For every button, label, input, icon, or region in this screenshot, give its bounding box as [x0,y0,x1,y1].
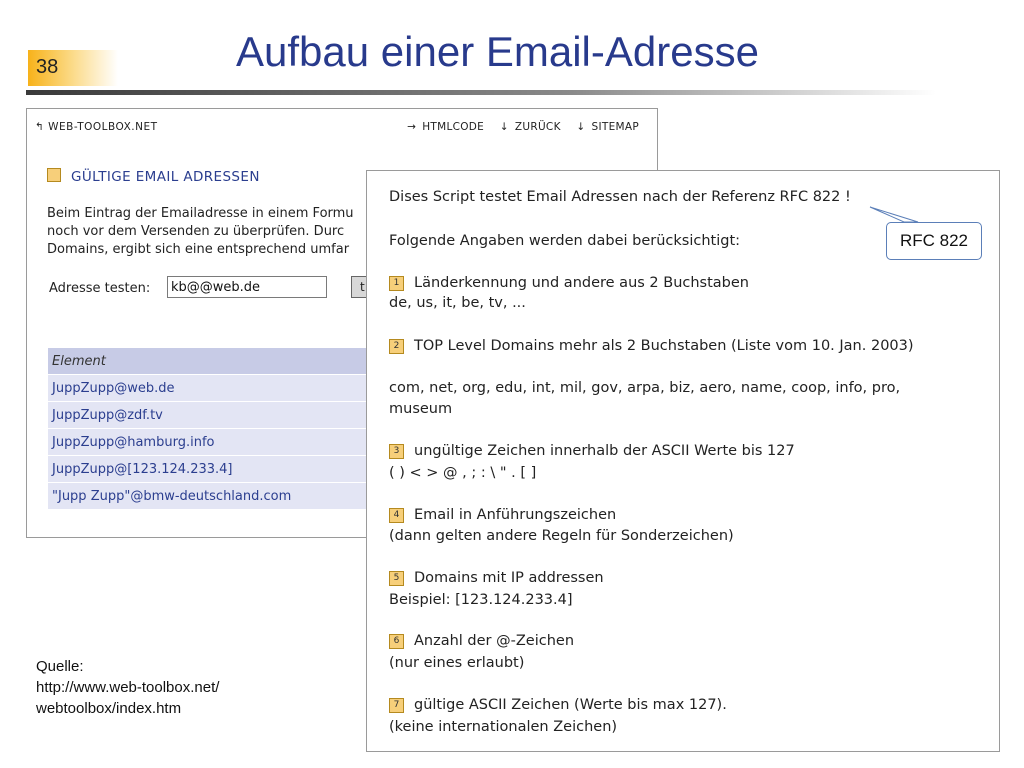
email-cell[interactable]: JuppZupp@hamburg.info [47,428,407,456]
top-links: → HTMLCODE ↓ ZURÜCK ↓ SITEMAP [395,121,639,133]
slide-number: 38 [36,56,59,78]
rfc822-callout: RFC 822 [886,222,982,260]
test-address-label: Adresse testen: [49,281,151,296]
link-sitemap[interactable]: ↓ SITEMAP [570,121,639,133]
number-badge-icon: 5 [389,571,404,586]
section-title: GÜLTIGE EMAIL ADRESSEN [71,169,260,185]
number-badge-icon: 4 [389,508,404,523]
rule-3: 3 ungültige Zeichen innerhalb der ASCII W… [389,443,795,459]
rule-7-detail: (keine internationalen Zeichen) [389,719,618,735]
source-note: Quelle: http://www.web-toolbox.net/ webt… [36,656,219,719]
number-badge-icon: 1 [389,276,404,291]
rule-6-detail: (nur eines erlaubt) [389,655,525,671]
site-name: WEB-TOOLBOX.NET [48,121,158,133]
header-divider [26,90,936,95]
rule-2-detail: com, net, org, edu, int, mil, gov, arpa,… [389,380,901,396]
column-header-element: Element [47,347,407,375]
link-htmlcode[interactable]: → HTMLCODE [401,121,484,133]
up-left-arrow-icon: ↰ [35,121,45,133]
down-arrow-icon: ↓ [499,121,509,133]
rules-intro: Dises Script testet Email Adressen nach … [389,189,851,205]
rule-4: 4 Email in Anführungszeichen [389,507,616,523]
email-cell[interactable]: "Jupp Zupp"@bmw-deutschland.com [47,482,407,510]
right-arrow-icon: → [407,121,417,133]
rule-4-detail: (dann gelten andere Regeln für Sonderzei… [389,528,734,544]
number-badge-icon: 2 [389,339,404,354]
slide-number-badge: 38 [28,50,118,86]
link-zurueck[interactable]: ↓ ZURÜCK [494,121,561,133]
rule-7: 7 gültige ASCII Zeichen (Werte bis max 12… [389,697,727,713]
down-arrow-icon: ↓ [576,121,586,133]
rule-1: 1 Länderkennung und andere aus 2 Buchstab… [389,275,749,291]
source-path[interactable]: webtoolbox/index.htm [36,698,219,719]
rules-subintro: Folgende Angaben werden dabei berücksich… [389,233,741,249]
rule-5: 5 Domains mit IP addressen [389,570,604,586]
rule-3-detail: ( ) < > @ , ; : \ " . [ ] [389,465,537,481]
rule-6: 6 Anzahl der @-Zeichen [389,633,574,649]
rule-2: 2 TOP Level Domains mehr als 2 Buchstaben… [389,338,914,354]
email-cell[interactable]: JuppZupp@web.de [47,374,407,402]
email-cell[interactable]: JuppZupp@zdf.tv [47,401,407,429]
slide-title: Aufbau einer Email-Adresse [236,28,759,75]
number-badge-icon: 6 [389,634,404,649]
rule-1-detail: de, us, it, be, tv, ... [389,295,526,311]
number-badge-icon: 3 [389,444,404,459]
source-label: Quelle: [36,658,84,675]
rule-2-detail-cont: museum [389,401,453,417]
orange-square-icon [47,168,61,182]
email-cell[interactable]: JuppZupp@[123.124.233.4] [47,455,407,483]
test-address-input[interactable] [167,276,327,298]
rule-5-detail: Beispiel: [123.124.233.4] [389,592,573,608]
number-badge-icon: 7 [389,698,404,713]
site-link[interactable]: ↰ WEB-TOOLBOX.NET [35,121,158,133]
source-url[interactable]: http://www.web-toolbox.net/ [36,677,219,698]
